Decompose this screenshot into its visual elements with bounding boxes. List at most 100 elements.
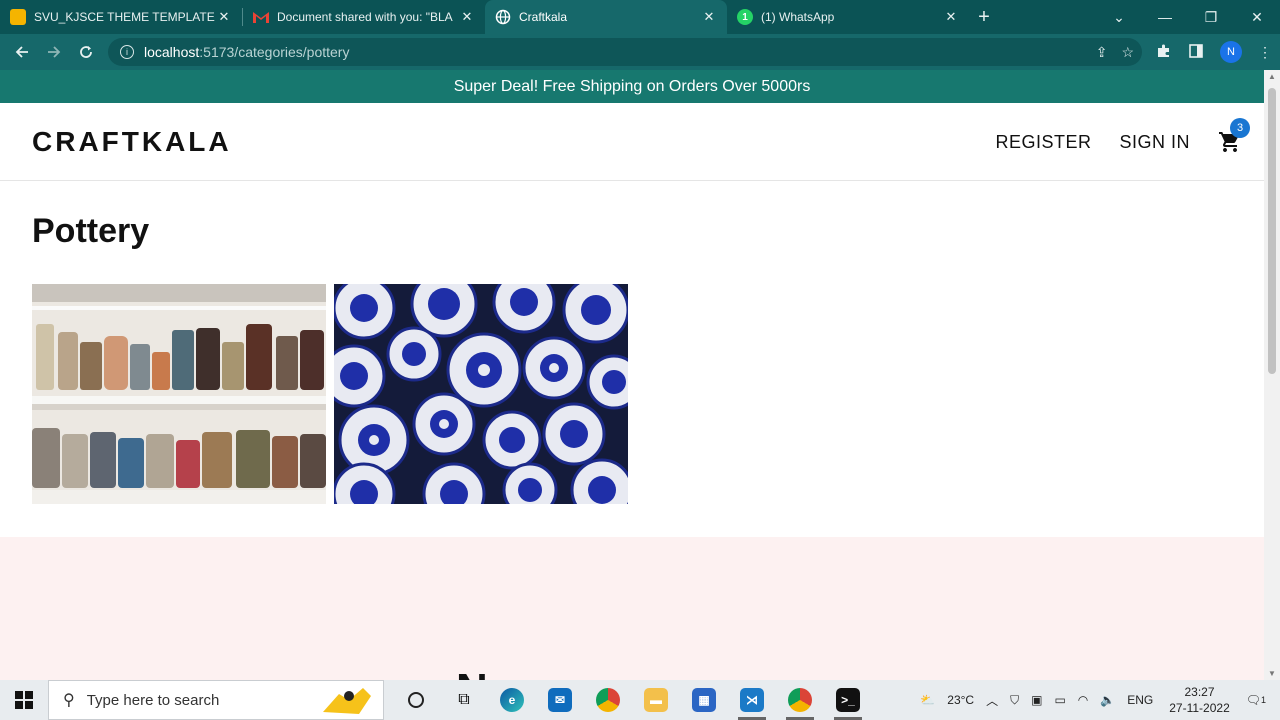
chrome-profile-app[interactable] [776, 680, 824, 720]
product-card-pottery-cups[interactable] [32, 284, 326, 504]
cart-count-badge: 3 [1230, 118, 1250, 138]
site-info-icon[interactable]: i [120, 45, 134, 59]
taskbar-apps: ⧉ e ✉ ▬ ▦ ⋊ >_ [392, 680, 872, 720]
restore-button[interactable]: ❐ [1188, 0, 1234, 34]
cortana-button[interactable] [392, 680, 440, 720]
side-panel-icon[interactable] [1188, 43, 1204, 62]
notification-center-icon[interactable]: 🗨 1 [1240, 693, 1280, 707]
product-grid [32, 284, 628, 504]
search-highlight-icon [323, 688, 371, 714]
site-nav: REGISTER SIGN IN 3 [995, 103, 1250, 181]
vscode-app[interactable]: ⋊ [728, 680, 776, 720]
close-icon[interactable]: ✕ [216, 9, 232, 25]
address-bar[interactable]: i localhost:5173/categories/pottery ⇪ ☆ [108, 38, 1142, 66]
reload-button[interactable] [70, 34, 102, 70]
url-path: :5173/categories/pottery [199, 44, 350, 60]
close-window-button[interactable]: ✕ [1234, 0, 1280, 34]
browser-toolbar: i localhost:5173/categories/pottery ⇪ ☆ … [0, 34, 1280, 70]
tab-search-chevron-icon[interactable]: ⌄ [1096, 0, 1142, 34]
url-host: localhost [144, 44, 200, 60]
tab-title: Document shared with you: "BLA [277, 10, 453, 24]
tab-title: SVU_KJSCE THEME TEMPLATE FO [34, 10, 216, 24]
vscode-icon: ⋊ [740, 688, 764, 712]
mail-app[interactable]: ✉ [536, 680, 584, 720]
browser-tab-strip: SVU_KJSCE THEME TEMPLATE FO ✕ Document s… [0, 0, 1280, 34]
chrome-profile-icon [788, 688, 812, 712]
sign-in-link[interactable]: SIGN IN [1119, 132, 1190, 153]
folder-icon: ▬ [644, 688, 668, 712]
back-button[interactable] [6, 34, 38, 70]
terminal-app[interactable]: >_ [824, 680, 872, 720]
pottery-cups-shelf-image [32, 284, 326, 504]
close-icon[interactable]: ✕ [701, 9, 717, 25]
product-card-blue-pottery[interactable] [334, 284, 628, 504]
scroll-up-arrow-icon[interactable]: ▲ [1264, 72, 1280, 81]
scrollbar-thumb[interactable] [1268, 88, 1276, 374]
display-icon[interactable]: ▣ [1025, 693, 1048, 707]
blue-pottery-bowls-image [334, 284, 628, 504]
kebab-menu-icon[interactable]: ⋮ [1258, 44, 1272, 61]
task-view-icon: ⧉ [458, 691, 470, 708]
page-viewport: Super Deal! Free Shipping on Orders Over… [0, 70, 1264, 680]
minimize-button[interactable]: — [1142, 0, 1188, 34]
chrome-app[interactable] [584, 680, 632, 720]
google-slides-icon [10, 9, 26, 25]
cart-button[interactable]: 3 [1218, 118, 1250, 154]
tab-craftkala[interactable]: Craftkala ✕ [485, 0, 727, 34]
new-tab-button[interactable]: + [969, 0, 999, 34]
gmail-icon [253, 9, 269, 25]
tab-svu-template[interactable]: SVU_KJSCE THEME TEMPLATE FO ✕ [0, 0, 242, 34]
site-logo[interactable]: CRAFTKALA [32, 126, 232, 158]
mail-icon: ✉ [548, 688, 572, 712]
address-bar-actions: ⇪ ☆ [1096, 44, 1134, 61]
start-button[interactable] [0, 680, 48, 720]
system-tray: ⛅ 23°C ︿ ⛉ ▣ ▭ ◠ 🔈 ENG 23:27 27-11-2022 … [914, 680, 1280, 720]
weather-icon[interactable]: ⛅ [914, 693, 941, 707]
bookmark-star-icon[interactable]: ☆ [1121, 44, 1134, 61]
scroll-down-arrow-icon[interactable]: ▼ [1264, 669, 1280, 678]
taskbar-search-box[interactable]: ⚲ Type here to search [48, 680, 384, 720]
cortana-circle-icon [408, 692, 424, 708]
language-indicator[interactable]: ENG [1121, 693, 1159, 707]
page-scrollbar[interactable]: ▲ ▼ [1264, 70, 1280, 680]
volume-icon[interactable]: 🔈 [1094, 693, 1121, 707]
edge-icon: e [500, 688, 524, 712]
search-placeholder: Type here to search [86, 691, 220, 709]
globe-icon [495, 9, 511, 25]
page-title: Pottery [32, 212, 150, 250]
site-header: CRAFTKALA REGISTER SIGN IN 3 [0, 103, 1264, 181]
weather-temperature[interactable]: 23°C [941, 693, 980, 707]
tab-title: Craftkala [519, 10, 568, 24]
reload-icon [80, 46, 92, 58]
share-icon[interactable]: ⇪ [1096, 44, 1108, 61]
show-hidden-icons-chevron-icon[interactable]: ︿ [980, 692, 1004, 709]
promo-banner: Super Deal! Free Shipping on Orders Over… [0, 70, 1264, 103]
tab-gmail-document[interactable]: Document shared with you: "BLA ✕ [243, 0, 485, 34]
edge-app[interactable]: e [488, 680, 536, 720]
battery-icon[interactable]: ▭ [1048, 693, 1071, 707]
profile-avatar[interactable]: N [1220, 41, 1242, 63]
extensions-puzzle-icon[interactable] [1156, 43, 1172, 62]
taskbar-clock[interactable]: 23:27 27-11-2022 [1159, 684, 1240, 716]
whatsapp-icon: 1 [737, 9, 753, 25]
wifi-icon[interactable]: ◠ [1072, 693, 1094, 707]
tab-title: (1) WhatsApp [761, 10, 835, 24]
close-icon[interactable]: ✕ [943, 9, 959, 25]
tab-whatsapp[interactable]: 1 (1) WhatsApp ✕ [727, 0, 969, 34]
window-controls: ⌄ — ❐ ✕ [1096, 0, 1280, 34]
toolbar-right: N ⋮ [1156, 34, 1272, 70]
windows-taskbar: ⚲ Type here to search ⧉ e ✉ ▬ ▦ ⋊ >_ ⛅ 2… [0, 680, 1280, 720]
task-view-button[interactable]: ⧉ [440, 680, 488, 720]
search-icon: ⚲ [63, 692, 75, 709]
chrome-icon [596, 688, 620, 712]
clock-time: 23:27 [1184, 685, 1215, 699]
store-app[interactable]: ▦ [680, 680, 728, 720]
register-link[interactable]: REGISTER [995, 132, 1091, 153]
arrow-right-icon [48, 46, 61, 58]
arrow-left-icon [15, 46, 28, 58]
notification-count: 1 [1260, 695, 1266, 705]
close-icon[interactable]: ✕ [459, 9, 475, 25]
forward-button[interactable] [38, 34, 70, 70]
security-icon[interactable]: ⛉ [1004, 693, 1025, 708]
file-explorer-app[interactable]: ▬ [632, 680, 680, 720]
